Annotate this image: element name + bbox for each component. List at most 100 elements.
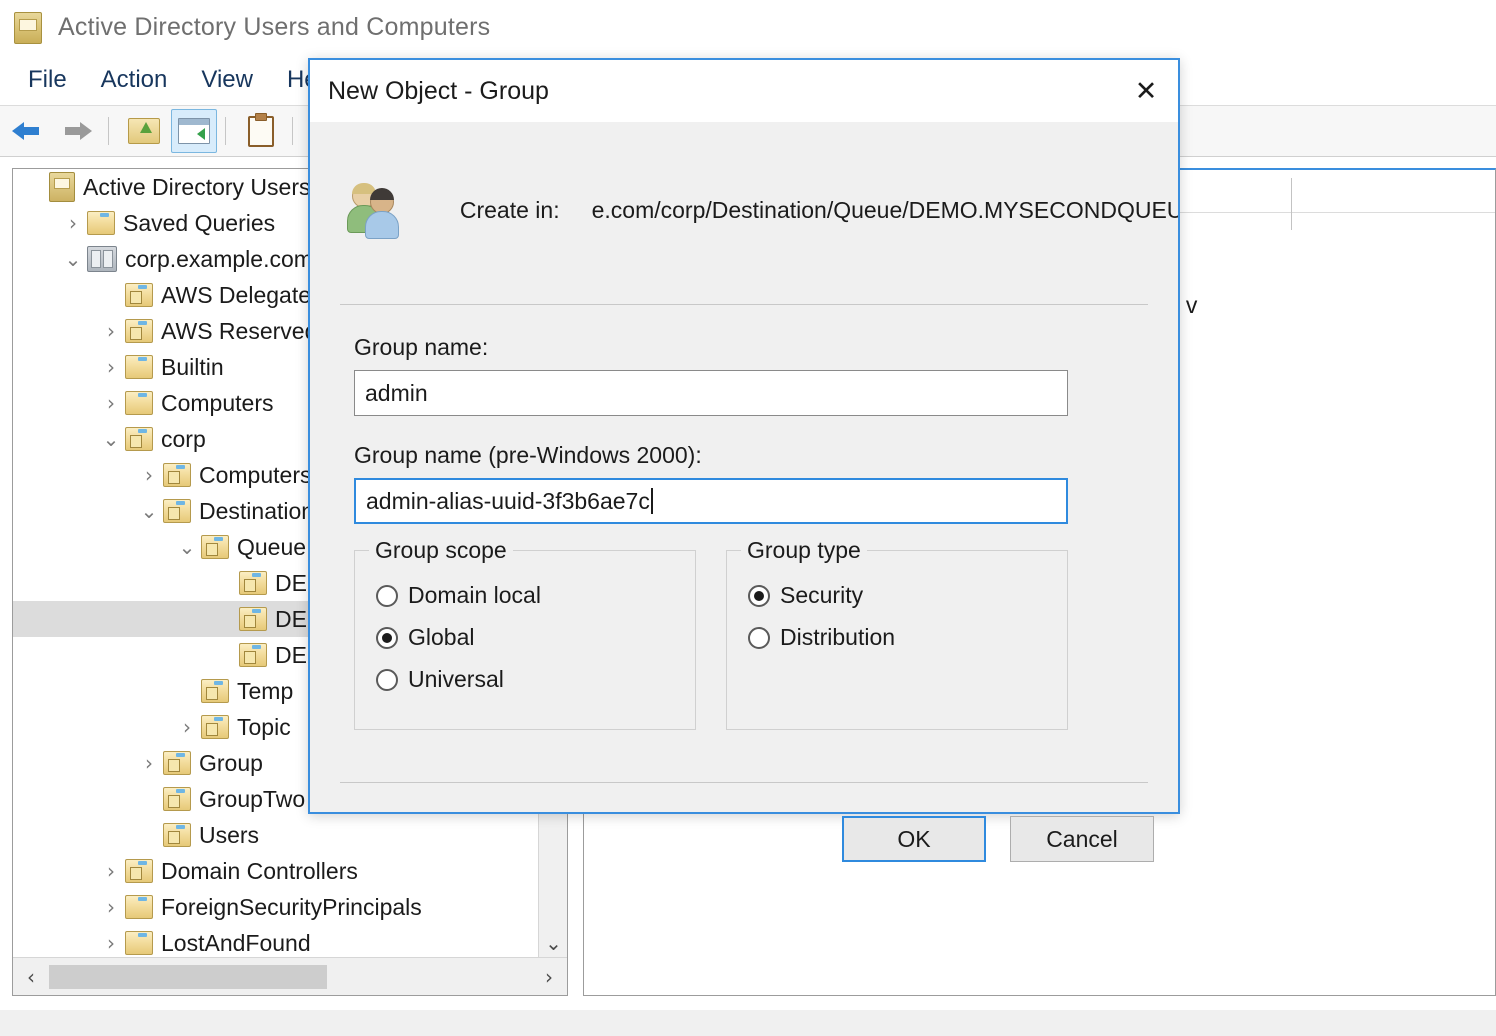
tree-item-label: Computers bbox=[161, 390, 273, 417]
pre-windows-2000-input[interactable]: admin-alias-uuid-3f3b6ae7c bbox=[354, 478, 1068, 524]
tree-item-label: LostAndFound bbox=[161, 930, 311, 957]
radio-distribution-indicator[interactable] bbox=[748, 627, 770, 649]
group-users-icon bbox=[348, 180, 408, 240]
create-in-path: e.com/corp/Destination/Queue/DEMO.MYSECO… bbox=[592, 197, 1178, 224]
radio-global-label: Global bbox=[408, 624, 474, 651]
tree-item-label: Destination bbox=[199, 498, 314, 525]
tree-item-label: GroupTwo bbox=[199, 786, 305, 813]
chevron-down-icon[interactable]: ⌄ bbox=[173, 535, 201, 559]
group-scope-title: Group scope bbox=[369, 537, 513, 564]
tree-item-label: Domain Controllers bbox=[161, 858, 358, 885]
chevron-right-icon[interactable]: › bbox=[59, 211, 87, 235]
tree-item-label: Computers bbox=[199, 462, 311, 489]
back-button[interactable] bbox=[4, 109, 50, 153]
tree-scroll-left-button[interactable]: ‹ bbox=[13, 965, 49, 989]
radio-universal-label: Universal bbox=[408, 666, 504, 693]
ou-icon bbox=[125, 283, 153, 307]
clipboard-icon bbox=[248, 116, 274, 147]
radio-universal-indicator[interactable] bbox=[376, 669, 398, 691]
chevron-right-icon[interactable]: › bbox=[135, 751, 163, 775]
show-hide-tree-button[interactable] bbox=[171, 109, 217, 153]
chevron-down-icon[interactable]: ⌄ bbox=[97, 427, 125, 451]
menu-action[interactable]: Action bbox=[87, 64, 182, 96]
group-type-title: Group type bbox=[741, 537, 867, 564]
tree-item[interactable]: › LostAndFound bbox=[13, 925, 538, 961]
ou-icon bbox=[125, 319, 153, 343]
ou-icon bbox=[163, 463, 191, 487]
radio-domain-local[interactable]: Domain local bbox=[376, 582, 541, 609]
console-icon bbox=[14, 12, 42, 44]
tree-item[interactable]: › Domain Controllers bbox=[13, 853, 538, 889]
cancel-button[interactable]: Cancel bbox=[1010, 816, 1154, 862]
ou-icon bbox=[201, 715, 229, 739]
chevron-placeholder bbox=[21, 175, 49, 199]
chevron-right-icon[interactable]: › bbox=[97, 391, 125, 415]
tree-item-label: Users bbox=[199, 822, 259, 849]
folder-icon bbox=[87, 211, 115, 235]
properties-button[interactable] bbox=[238, 109, 284, 153]
radio-security[interactable]: Security bbox=[748, 582, 863, 609]
radio-global[interactable]: Global bbox=[376, 624, 474, 651]
column-divider[interactable] bbox=[1291, 178, 1292, 230]
ou-icon bbox=[239, 643, 267, 667]
tree-horizontal-scrollbar[interactable]: ‹ › bbox=[13, 957, 567, 995]
dialog-divider-top bbox=[340, 304, 1148, 305]
radio-distribution[interactable]: Distribution bbox=[748, 624, 895, 651]
pre-windows-2000-value: admin-alias-uuid-3f3b6ae7c bbox=[366, 488, 650, 515]
chevron-placeholder bbox=[135, 787, 163, 811]
close-icon[interactable]: ✕ bbox=[1114, 60, 1178, 122]
ok-button[interactable]: OK bbox=[842, 816, 986, 862]
group-name-label: Group name: bbox=[354, 334, 488, 361]
tree-item-label: AWS Reserved bbox=[161, 318, 317, 345]
radio-domain-local-indicator[interactable] bbox=[376, 585, 398, 607]
tree-item[interactable]: Users bbox=[13, 817, 538, 853]
tree-hscroll-thumb[interactable] bbox=[49, 965, 327, 989]
chevron-placeholder bbox=[211, 643, 239, 667]
chevron-placeholder bbox=[173, 679, 201, 703]
radio-global-indicator[interactable] bbox=[376, 627, 398, 649]
tree-item-label: Saved Queries bbox=[123, 210, 275, 237]
chevron-right-icon[interactable]: › bbox=[97, 895, 125, 919]
ou-icon bbox=[201, 535, 229, 559]
menu-file[interactable]: File bbox=[14, 64, 81, 96]
chevron-down-icon[interactable]: ⌄ bbox=[59, 247, 87, 271]
ou-icon bbox=[163, 823, 191, 847]
chevron-right-icon[interactable]: › bbox=[97, 859, 125, 883]
tree-item-label: Group bbox=[199, 750, 263, 777]
tree-item-label: Temp bbox=[237, 678, 293, 705]
pre-windows-2000-label: Group name (pre-Windows 2000): bbox=[354, 442, 702, 469]
radio-universal[interactable]: Universal bbox=[376, 666, 504, 693]
group-name-input[interactable]: admin bbox=[354, 370, 1068, 416]
up-one-level-button[interactable] bbox=[121, 109, 167, 153]
dialog-body: Create in: e.com/corp/Destination/Queue/… bbox=[310, 122, 1178, 812]
tree-scroll-right-button[interactable]: › bbox=[531, 965, 567, 989]
group-name-value: admin bbox=[365, 380, 428, 407]
folder-up-icon bbox=[128, 118, 160, 144]
window-title: Active Directory Users and Computers bbox=[58, 13, 490, 42]
ou-icon bbox=[239, 571, 267, 595]
ou-icon bbox=[125, 859, 153, 883]
domain-icon bbox=[87, 246, 117, 272]
chevron-right-icon[interactable]: › bbox=[135, 463, 163, 487]
ou-icon bbox=[163, 499, 191, 523]
tree-item[interactable]: ›ForeignSecurityPrincipals bbox=[13, 889, 538, 925]
menu-view[interactable]: View bbox=[187, 64, 267, 96]
arrow-left-icon bbox=[12, 120, 42, 142]
tree-item-label: Builtin bbox=[161, 354, 224, 381]
chevron-placeholder bbox=[97, 283, 125, 307]
ou-icon bbox=[201, 679, 229, 703]
chevron-right-icon[interactable]: › bbox=[97, 355, 125, 379]
toolbar-separator bbox=[292, 117, 293, 145]
chevron-right-icon[interactable]: › bbox=[97, 319, 125, 343]
status-bar bbox=[0, 1010, 1496, 1036]
forward-button[interactable] bbox=[54, 109, 100, 153]
dialog-titlebar: New Object - Group ✕ bbox=[310, 60, 1178, 122]
tree-item-label: Active Directory Users an bbox=[83, 174, 342, 201]
chevron-right-icon[interactable]: › bbox=[173, 715, 201, 739]
radio-security-indicator[interactable] bbox=[748, 585, 770, 607]
chevron-right-icon[interactable]: › bbox=[97, 931, 125, 955]
ou-icon bbox=[163, 751, 191, 775]
chevron-down-icon[interactable]: ⌄ bbox=[135, 499, 163, 523]
application-window: Active Directory Users and Computers Fil… bbox=[0, 0, 1496, 1036]
chevron-placeholder bbox=[211, 571, 239, 595]
